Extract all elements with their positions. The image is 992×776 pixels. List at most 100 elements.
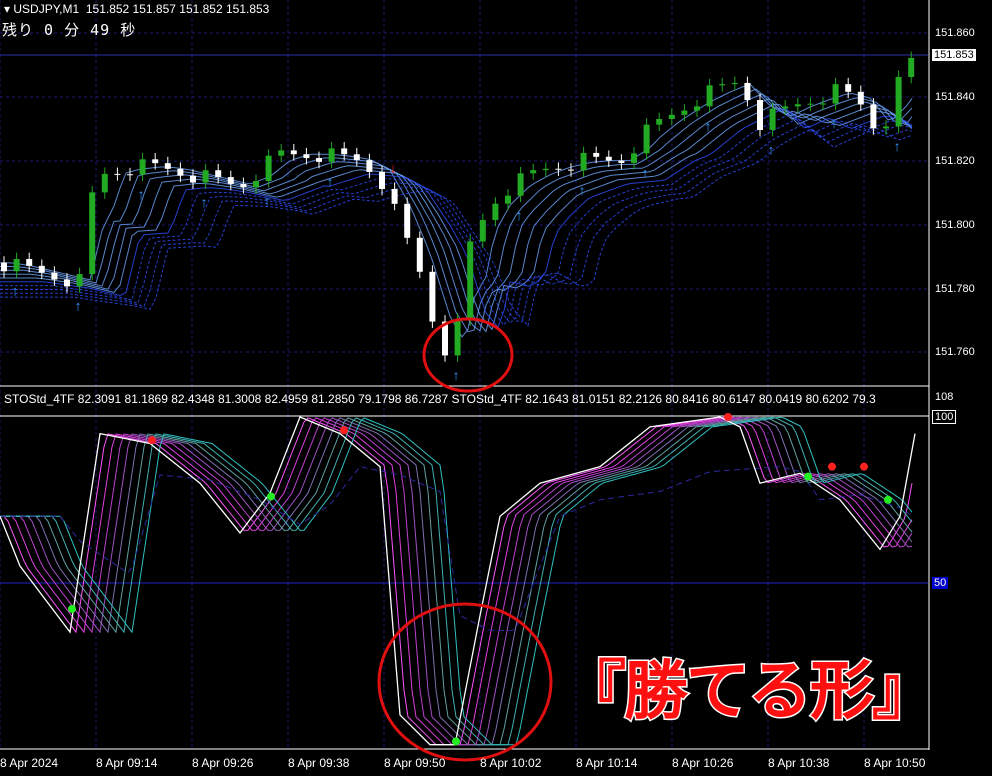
candle-body xyxy=(467,241,474,320)
candle-body xyxy=(215,170,222,178)
sub-axis-50: 50 xyxy=(932,577,949,589)
candle-body xyxy=(643,124,650,154)
candle-body xyxy=(656,119,663,125)
up-arrow-icon: ↑ xyxy=(453,367,460,383)
candle-body xyxy=(908,57,915,77)
candle-body xyxy=(555,168,562,170)
candle-body xyxy=(26,258,33,266)
candle-body xyxy=(731,82,738,85)
candle-body xyxy=(328,148,335,162)
candle-body xyxy=(870,104,877,129)
candle-body xyxy=(895,76,902,127)
candle-body xyxy=(719,84,726,86)
up-arrow-icon: ↑ xyxy=(264,192,271,208)
candle-body xyxy=(379,171,385,189)
candle-body xyxy=(416,237,423,272)
candle-body xyxy=(1,262,7,272)
up-arrow-icon: ↑ xyxy=(138,186,145,202)
candle-body xyxy=(631,153,637,163)
signal-dot xyxy=(724,413,732,421)
time-label: 8 Apr 10:38 xyxy=(768,756,830,770)
ma-ribbon-line xyxy=(0,117,913,324)
candle-body xyxy=(152,159,159,164)
bar-timer: 残り 0 分 49 秒 xyxy=(2,21,137,39)
candle-body xyxy=(542,168,549,171)
time-label: 8 Apr 10:50 xyxy=(864,756,926,770)
candle-body xyxy=(101,173,108,193)
up-arrow-icon: ↑ xyxy=(705,118,712,134)
candle-body xyxy=(820,103,826,105)
candle-body xyxy=(353,154,360,161)
time-label: 8 Apr 10:14 xyxy=(576,756,638,770)
candle-body xyxy=(13,258,20,272)
up-arrow-icon: ↑ xyxy=(516,207,523,223)
candle-body xyxy=(290,150,297,155)
ma-ribbon-line xyxy=(0,123,913,323)
candle-body xyxy=(794,104,801,107)
ma-ribbon-line xyxy=(0,108,913,329)
candle-body xyxy=(404,203,411,238)
candle-body xyxy=(114,173,121,175)
time-label: 8 Apr 09:14 xyxy=(96,756,158,770)
candle-body xyxy=(706,85,713,107)
candle-body xyxy=(139,159,146,175)
symbol-label: USDJPY,M1 xyxy=(13,2,80,16)
candle-body xyxy=(164,163,171,169)
candle-body xyxy=(593,152,600,157)
time-label: 8 Apr 2024 xyxy=(0,756,59,770)
candle-body xyxy=(303,154,310,159)
indicator-label: STOStd_4TF 82.3091 81.1869 82.4348 81.30… xyxy=(4,392,876,406)
up-arrow-icon: ↑ xyxy=(12,283,19,299)
time-label: 8 Apr 09:26 xyxy=(192,756,254,770)
signal-dot xyxy=(452,737,460,746)
sub-axis-100: 100 xyxy=(932,410,957,424)
up-arrow-icon: ↑ xyxy=(768,141,775,157)
candle-body xyxy=(240,183,247,188)
signal-dot xyxy=(68,604,76,613)
candle-body xyxy=(857,91,864,105)
current-price-label: 151.853 xyxy=(932,49,976,61)
candle-body xyxy=(505,195,511,204)
candle-body xyxy=(265,155,272,182)
candle-body xyxy=(316,158,322,162)
up-arrow-icon: ↑ xyxy=(75,298,82,314)
candle-body xyxy=(227,177,234,184)
candle-body xyxy=(807,103,814,105)
time-label: 8 Apr 10:26 xyxy=(672,756,734,770)
candle-body xyxy=(530,170,537,174)
candle-body xyxy=(757,100,763,130)
up-arrow-icon: ↑ xyxy=(579,182,586,198)
candle-body xyxy=(832,84,839,104)
signal-dot xyxy=(860,462,868,471)
ohlc-values: 151.852 151.857 151.852 151.853 xyxy=(85,2,270,16)
price-label: 151.820 xyxy=(935,155,975,167)
ma-ribbon-line xyxy=(0,112,913,326)
up-arrow-icon: ↑ xyxy=(642,165,649,181)
candle-body xyxy=(668,114,675,120)
candle-body xyxy=(51,272,58,280)
signal-dot xyxy=(148,436,156,445)
candle-body xyxy=(782,106,789,109)
candle-body xyxy=(694,106,700,111)
annotation-text: 『勝てる形』 xyxy=(561,654,938,731)
signal-dot xyxy=(884,495,892,504)
candle-body xyxy=(341,148,348,155)
up-arrow-icon: ↑ xyxy=(201,194,208,210)
candle-body xyxy=(38,265,45,273)
candle-body xyxy=(517,173,524,196)
candle-body xyxy=(253,181,259,188)
time-label: 8 Apr 09:50 xyxy=(384,756,446,770)
candle-body xyxy=(454,319,461,356)
time-label: 8 Apr 10:02 xyxy=(480,756,542,770)
price-label: 151.840 xyxy=(935,91,975,103)
candle-body xyxy=(366,160,373,172)
symbol-header: ▾ USDJPY,M1 151.852 151.857 151.852 151.… xyxy=(4,2,270,16)
time-label: 8 Apr 09:38 xyxy=(288,756,350,770)
signal-dot xyxy=(804,472,812,481)
candle-body xyxy=(76,274,83,287)
candle-body xyxy=(618,160,625,163)
price-label: 151.860 xyxy=(935,27,975,39)
signal-dot xyxy=(340,426,348,435)
ma-ribbon-line xyxy=(0,103,913,331)
candle-body xyxy=(278,150,285,156)
